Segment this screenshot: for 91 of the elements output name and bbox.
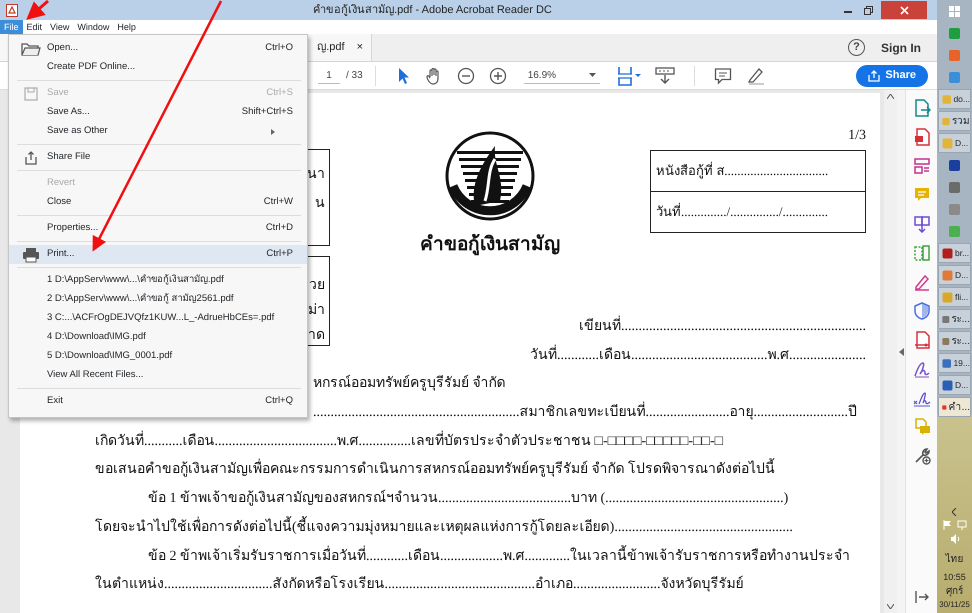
app-icon [942,380,953,390]
menu-item[interactable]: Help [113,20,140,34]
tab-close-button[interactable]: × [356,39,363,56]
app-icon [942,336,950,346]
expand-panel-icon[interactable] [914,591,928,603]
menu-item[interactable]: 4 D:\Download\IMG.pdf [9,328,307,347]
scroll-mode-icon[interactable] [654,66,675,84]
scroll-up-icon[interactable] [887,94,894,99]
menu-item[interactable]: 5 D:\Download\IMG_0001.pdf [9,347,307,366]
zoom-out-icon[interactable] [456,66,475,84]
share-button[interactable]: Share [856,64,928,86]
close-icon[interactable] [900,6,908,14]
page-number-field[interactable]: 1 [318,68,340,84]
layout-icon[interactable] [912,157,930,175]
pen-icon[interactable] [912,273,930,291]
taskbar-button[interactable]: คำ... [938,397,971,417]
clock-date: 30/11/25 [939,599,970,611]
form-text: นา [307,166,325,184]
app-icon[interactable] [948,180,961,194]
menu-item[interactable]: Save as Other [9,122,307,141]
printer-icon[interactable] [22,246,40,262]
taskbar-button[interactable]: ระ... [938,331,971,351]
form-title: คำขอกู้เงินสามัญ [420,232,560,258]
menu-item[interactable]: Save As... Shift+Ctrl+S [9,103,307,122]
menu-item[interactable]: Close Ctrl+W [9,193,307,212]
highlighter-icon[interactable] [746,66,766,84]
share-icon[interactable] [868,70,880,82]
comment-icon[interactable] [714,66,732,84]
page-count: / 33 [346,69,363,83]
taskbar-button[interactable]: do... [938,89,971,109]
menu-item[interactable]: View [46,20,74,34]
page-number: 1/3 [848,127,866,145]
taskbar-button[interactable]: br... [938,243,971,263]
zoom-in-icon[interactable] [488,66,507,84]
help-button[interactable]: ? [848,39,865,56]
app-icon [942,270,953,280]
form-text: าด [308,327,325,345]
form-text: วย [309,277,325,295]
menu-item[interactable]: View All Recent Files... [9,366,307,385]
form-text: หกรณ์ออมทรัพย์ครูบุรีรัมย์ จำกัด [313,376,506,392]
menu-item[interactable]: 3 C:...\ACFrOgDEJVQfz1KUW...L_-AdrueHbCEs=.pdf [9,309,307,328]
fit-page-icon[interactable] [616,66,641,86]
menu-item[interactable]: Properties... Ctrl+D [9,219,307,238]
form-text: น [315,195,325,213]
app-icon [942,248,953,258]
crop-pages-icon[interactable] [912,244,930,262]
form-text: ม่า [308,302,325,320]
form-text: วันที่............../.............../.............. [651,191,865,232]
wrench-icon[interactable] [912,447,930,465]
taskbar-button[interactable]: D... [938,375,971,395]
taskbar-button[interactable]: ระ... [938,309,971,329]
caret-icon[interactable] [588,73,596,77]
language-indicator[interactable]: ไทย [946,552,964,566]
sign-in-link[interactable]: Sign In [881,38,921,56]
file-icon[interactable] [912,128,930,146]
zoom-dropdown[interactable]: 16.9% [524,68,600,84]
share-icon[interactable] [24,150,38,164]
clock-day: ศุกร์ [946,584,963,599]
taskbar-button[interactable]: 19... [938,353,971,373]
signature-icon[interactable] [912,360,930,378]
menu-item[interactable]: Share File [9,148,307,167]
window-title: คำขอกู้เงินสามัญ.pdf - Adobe Acrobat Reader DC [313,4,552,16]
form-text: หนังสือกู้ที่ ส................................ [655,160,830,180]
file-icon[interactable] [912,331,930,349]
tab-label: ญ.pdf [317,40,345,56]
menu-item[interactable]: Create PDF Online... [9,58,307,77]
chevron-icon[interactable] [952,508,957,516]
menu-item[interactable]: Exit Ctrl+Q [9,392,307,411]
app-icon[interactable] [948,158,961,172]
menu-item[interactable]: Edit [22,20,46,34]
app-icon [942,314,950,324]
menu-item[interactable]: Window [73,20,114,34]
restore-icon[interactable] [864,6,872,14]
menu-item[interactable]: Print... Ctrl+P [9,245,307,264]
scroll-down-icon[interactable] [887,604,894,609]
annotation-arrow [26,0,49,20]
menu-item[interactable]: 2 D:\AppServ\www\...\คำขอกู้ สามัญ2561.pdf [9,290,307,309]
form-text: ข้อ 1 ข้าพเจ้าขอกู้เงินสามัญของสหกรณ์ฯจำนวน......................................บาท (...................................................) [148,491,788,506]
export-file-icon[interactable] [912,99,930,117]
close-button[interactable] [881,1,927,19]
taskbar-button[interactable]: D... [938,265,971,285]
clock-time[interactable]: 10:55 [943,570,966,584]
combine-files-icon[interactable] [912,215,930,233]
taskbar-button[interactable]: fli... [938,287,971,307]
shield-icon[interactable] [912,302,930,320]
taskbar-button[interactable]: รวม [938,111,971,131]
app-icon [942,358,952,368]
form-text: ในตำแหน่ง...............................สังกัดหรือโรงเรียน...........................................อำเภอ.........................จังหวัดบุรีรัมย์ [95,577,744,592]
menu-item[interactable]: Open... Ctrl+O [9,39,307,58]
menu-item[interactable]: 1 D:\AppServ\www\...\คำขอกู้เงินสามัญ.pdf [9,271,307,290]
taskbar-button[interactable]: D... [938,133,971,153]
